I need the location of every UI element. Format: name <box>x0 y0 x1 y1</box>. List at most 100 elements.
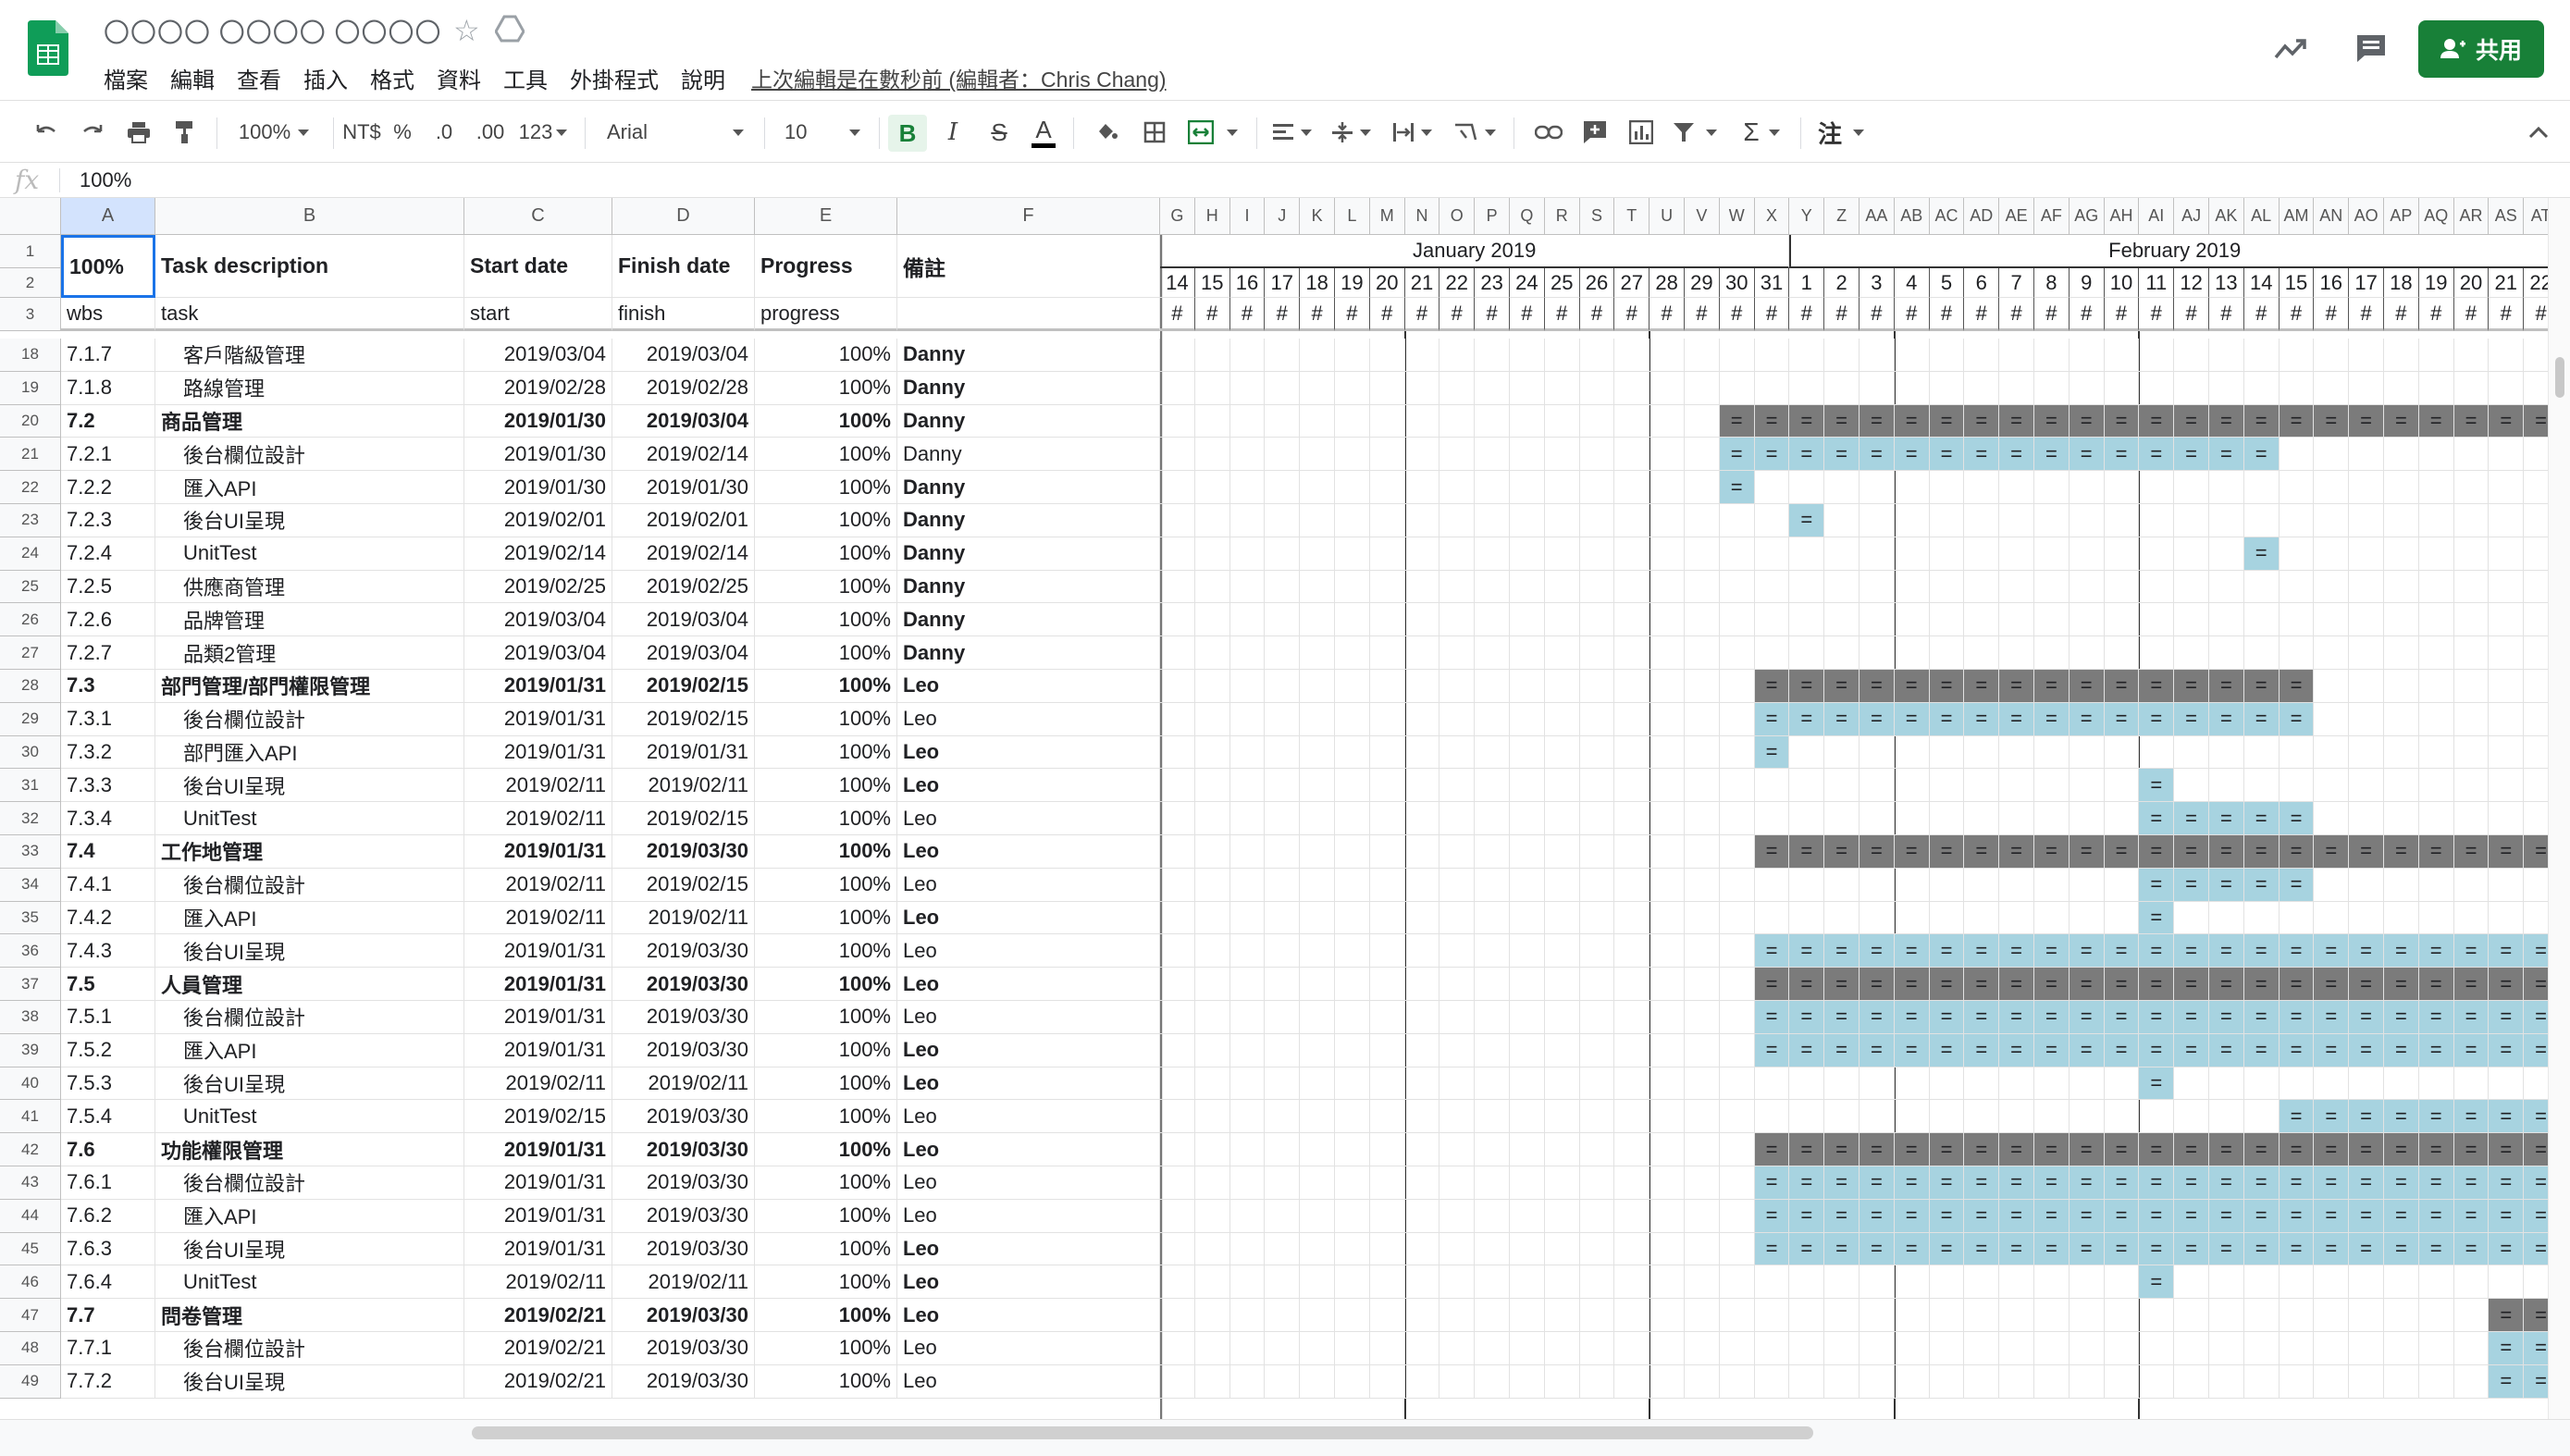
gantt-cell[interactable] <box>1685 1067 1720 1101</box>
cell-wbs[interactable]: 7.2.6 <box>61 603 155 637</box>
cell-finish[interactable]: 2019/03/30 <box>612 1299 755 1332</box>
gantt-cell[interactable] <box>1229 570 1266 604</box>
cell-finish[interactable]: 2019/03/30 <box>612 835 755 869</box>
gantt-cell[interactable] <box>1194 1033 1230 1067</box>
functions-button[interactable]: Σ <box>1736 101 1787 164</box>
gantt-cell[interactable] <box>2139 537 2175 571</box>
gantt-cell[interactable] <box>2243 603 2280 637</box>
gantt-cell[interactable] <box>2453 901 2490 935</box>
gantt-cell[interactable] <box>1369 471 1405 504</box>
gantt-bar-cell[interactable]: = <box>2174 835 2209 869</box>
gantt-bar-cell[interactable]: = <box>2069 1033 2105 1067</box>
row-header-22[interactable]: 22 <box>0 471 61 504</box>
cell-task[interactable]: UnitTest <box>155 1100 464 1134</box>
gantt-cell[interactable] <box>1754 504 1790 537</box>
gantt-bar-cell[interactable]: = <box>2034 968 2070 1001</box>
gantt-bar-cell[interactable]: = <box>1999 670 2034 703</box>
gantt-cell[interactable] <box>1929 1332 1965 1365</box>
gantt-cell[interactable] <box>2349 438 2384 472</box>
gantt-bar-cell[interactable]: = <box>1754 1033 1790 1067</box>
gantt-cell[interactable] <box>1685 471 1720 504</box>
row-header-18[interactable]: 18 <box>0 339 61 372</box>
gantt-cell[interactable] <box>1964 636 2000 670</box>
gantt-cell[interactable] <box>1999 570 2034 604</box>
gantt-cell[interactable] <box>1475 1100 1510 1134</box>
gantt-cell[interactable] <box>1439 636 1476 670</box>
gantt-bar-cell[interactable]: = <box>1860 835 1895 869</box>
gantt-cell[interactable] <box>1160 1001 1195 1034</box>
gantt-cell[interactable] <box>2069 636 2105 670</box>
gantt-cell[interactable] <box>1300 835 1335 869</box>
gantt-cell[interactable] <box>2034 636 2070 670</box>
gantt-cell[interactable] <box>2034 339 2070 372</box>
gantt-bar-cell[interactable]: = <box>1894 934 1930 969</box>
gantt-bar-cell[interactable]: = <box>2069 1199 2105 1233</box>
gantt-cell[interactable] <box>1860 570 1895 604</box>
gantt-cell[interactable] <box>1300 934 1335 969</box>
gantt-cell[interactable] <box>1335 636 1370 670</box>
cell-finish[interactable]: 2019/01/31 <box>612 735 755 770</box>
gantt-cell[interactable] <box>1229 702 1266 736</box>
gantt-cell[interactable] <box>1824 901 1860 935</box>
gantt-bar-cell[interactable]: = <box>2418 1100 2454 1134</box>
gantt-cell[interactable] <box>1160 504 1195 537</box>
gantt-cell[interactable] <box>1369 1265 1405 1300</box>
gantt-bar-cell[interactable]: = <box>1929 1133 1965 1166</box>
gantt-cell[interactable] <box>1929 603 1965 637</box>
gantt-bar-cell[interactable]: = <box>2243 934 2280 969</box>
bold-button[interactable]: B <box>888 115 927 152</box>
column-header-t[interactable]: T <box>1614 198 1650 235</box>
key-cell-col-c[interactable]: start <box>464 298 612 331</box>
gantt-cell[interactable] <box>1510 404 1545 438</box>
cell-wbs[interactable]: 7.4.3 <box>61 934 155 969</box>
cell-start[interactable]: 2019/02/11 <box>464 769 612 803</box>
gantt-cell[interactable] <box>2418 1067 2454 1101</box>
gantt-bar-cell[interactable]: = <box>2069 438 2105 472</box>
cell-wbs[interactable]: 7.4 <box>61 835 155 869</box>
gantt-cell[interactable] <box>1894 636 1930 670</box>
gantt-cell[interactable] <box>1719 670 1755 703</box>
gantt-cell[interactable] <box>1229 636 1266 670</box>
gantt-cell[interactable] <box>1894 570 1930 604</box>
row-header-3[interactable]: 3 <box>0 298 61 331</box>
cell-note[interactable]: Danny <box>897 504 1160 537</box>
gantt-cell[interactable] <box>2209 1299 2244 1332</box>
gantt-cell[interactable] <box>1439 670 1476 703</box>
gantt-cell[interactable] <box>1685 901 1720 935</box>
gantt-bar-cell[interactable]: = <box>1860 438 1895 472</box>
gantt-cell[interactable] <box>2489 603 2525 637</box>
cell-progress[interactable]: 100% <box>755 735 897 770</box>
gantt-cell[interactable] <box>2243 735 2280 770</box>
gantt-cell[interactable] <box>1160 1100 1195 1134</box>
row-header-28[interactable]: 28 <box>0 670 61 703</box>
gantt-cell[interactable] <box>1614 1232 1650 1266</box>
cell-start[interactable]: 2019/03/04 <box>464 603 612 637</box>
gantt-cell[interactable] <box>1649 735 1685 770</box>
gantt-cell[interactable] <box>1475 835 1510 869</box>
gantt-bar-cell[interactable]: = <box>1860 934 1895 969</box>
column-header-aq[interactable]: AQ <box>2418 198 2454 235</box>
gantt-bar-cell[interactable]: = <box>1999 934 2034 969</box>
gantt-cell[interactable] <box>1754 371 1790 405</box>
gantt-bar-cell[interactable]: = <box>1929 1166 1965 1200</box>
cell-progress[interactable]: 100% <box>755 339 897 372</box>
row-header-2[interactable]: 2 <box>0 268 61 298</box>
gantt-cell[interactable] <box>1824 570 1860 604</box>
gantt-cell[interactable] <box>1194 404 1230 438</box>
gantt-cell[interactable] <box>2104 1364 2140 1399</box>
gantt-cell[interactable] <box>2069 371 2105 405</box>
gantt-cell[interactable] <box>1894 1067 1930 1101</box>
gantt-bar-cell[interactable]: = <box>1860 1232 1895 1266</box>
gantt-cell[interactable] <box>2104 371 2140 405</box>
gantt-cell[interactable] <box>2314 603 2350 637</box>
gantt-cell[interactable] <box>1824 769 1860 803</box>
gantt-cell[interactable] <box>2069 1067 2105 1101</box>
gantt-cell[interactable] <box>1265 1199 1301 1233</box>
gantt-cell[interactable] <box>1404 934 1440 969</box>
gantt-cell[interactable] <box>1439 570 1476 604</box>
gantt-cell[interactable] <box>1614 404 1650 438</box>
cell-start[interactable]: 2019/02/15 <box>464 1100 612 1134</box>
gantt-bar-cell[interactable]: = <box>1860 1199 1895 1233</box>
spreadsheet-grid[interactable]: A B C D E F G H I J K L M N O P Q R S T U V W X Y Z AA AB AC AD AE AF AG… <box>0 198 2570 1428</box>
gantt-cell[interactable] <box>2069 1100 2105 1134</box>
